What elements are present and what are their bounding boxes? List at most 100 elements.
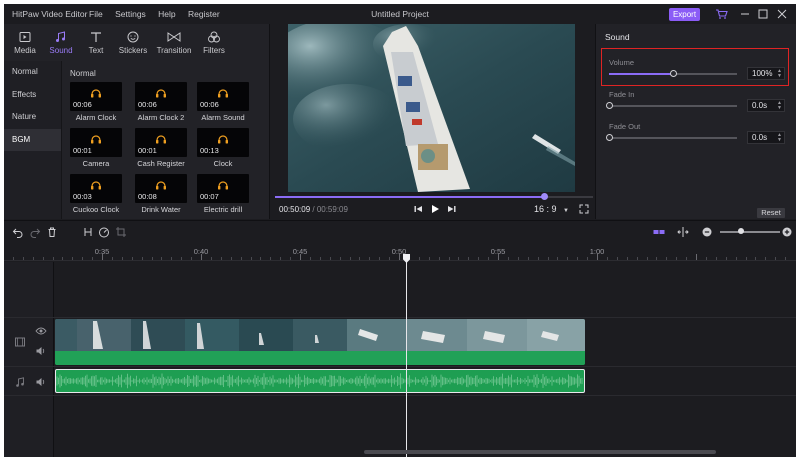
headphones-icon	[156, 89, 166, 98]
tab-media[interactable]: Media	[10, 24, 40, 60]
menu-help[interactable]: Help	[158, 9, 175, 19]
ruler-tick	[715, 257, 717, 260]
speaker-icon[interactable]	[35, 377, 47, 387]
fade-in-slider[interactable]	[606, 102, 737, 109]
fade-out-slider-handle[interactable]	[606, 134, 613, 141]
stepper-icon[interactable]: ▲ ▼	[777, 133, 782, 143]
stepper-icon[interactable]: ▲ ▼	[777, 101, 782, 111]
fade-in-value-field[interactable]: 0.0s ▲ ▼	[747, 99, 785, 112]
export-button[interactable]: Export	[669, 8, 700, 21]
sound-item[interactable]: 00:03 Cuckoo Clock	[70, 174, 122, 214]
audio-clip[interactable]	[55, 369, 585, 393]
fade-in-label: Fade In	[609, 90, 635, 99]
ruler-tick	[775, 257, 777, 260]
zoom-out-icon[interactable]	[701, 226, 713, 238]
timeline-scrollbar[interactable]	[364, 450, 716, 454]
menu-file[interactable]: File	[89, 9, 103, 19]
media-library-panel: Media Sound Text Stickers Transition Fil…	[4, 24, 270, 219]
tab-stickers[interactable]: Stickers	[114, 24, 152, 60]
redo-icon[interactable]	[29, 226, 41, 238]
tab-transition[interactable]: Transition	[154, 24, 194, 60]
zoom-slider-handle[interactable]	[738, 228, 744, 234]
ruler-tick	[725, 257, 727, 260]
ruler-tick	[448, 257, 450, 260]
zoom-in-icon[interactable]	[781, 226, 793, 238]
sound-item[interactable]: 00:06 Alarm Sound	[197, 82, 249, 122]
delete-icon[interactable]	[46, 226, 58, 238]
sound-item[interactable]: 00:01 Cash Register	[135, 128, 187, 168]
zoom-slider[interactable]	[720, 228, 780, 234]
aspect-ratio-select[interactable]: 16 : 9 ▼	[534, 204, 569, 214]
undo-icon[interactable]	[12, 226, 24, 238]
sound-category-list: Normal Effects Nature BGM	[4, 61, 62, 219]
tab-text[interactable]: Text	[82, 24, 110, 60]
category-effects[interactable]: Effects	[4, 84, 61, 107]
category-bgm[interactable]: BGM	[4, 128, 61, 151]
fade-out-value-field[interactable]: 0.0s ▲ ▼	[747, 131, 785, 144]
fade-in-slider-handle[interactable]	[606, 102, 613, 109]
ruler-tick	[52, 257, 54, 260]
playhead-handle[interactable]	[403, 254, 410, 263]
time-readout: 00:50:09 / 00:59:09	[279, 205, 348, 214]
fullscreen-icon[interactable]	[578, 203, 590, 215]
video-preview[interactable]	[288, 24, 575, 192]
split-icon[interactable]	[82, 226, 94, 238]
maximize-icon[interactable]	[756, 7, 770, 21]
sound-name: Cash Register	[137, 159, 185, 168]
speaker-icon[interactable]	[35, 346, 47, 356]
sound-duration: 00:08	[138, 192, 157, 201]
playback-scrubber[interactable]	[275, 193, 593, 200]
tab-sound[interactable]: Sound	[46, 24, 76, 60]
split-track-icon[interactable]	[677, 226, 689, 238]
eye-icon[interactable]	[35, 326, 47, 336]
video-clip[interactable]	[55, 319, 585, 365]
audio-waveform	[56, 373, 583, 389]
category-normal[interactable]: Normal	[4, 61, 61, 84]
previous-frame-icon[interactable]	[412, 203, 424, 215]
sound-name: Alarm Sound	[201, 113, 245, 122]
fade-out-slider[interactable]	[606, 134, 737, 141]
transition-icon	[167, 32, 181, 42]
volume-slider[interactable]	[609, 70, 737, 77]
current-time: 00:50:09	[279, 205, 311, 214]
sound-item[interactable]: 00:07 Electric drill	[197, 174, 249, 214]
sound-item[interactable]: 00:06 Alarm Clock	[70, 82, 122, 122]
sound-item[interactable]: 00:01 Camera	[70, 128, 122, 168]
speed-icon[interactable]	[98, 226, 110, 238]
sound-name: Cuckoo Clock	[72, 205, 120, 214]
sound-name: Drink Water	[141, 205, 181, 214]
category-nature[interactable]: Nature	[4, 106, 61, 129]
time-ruler[interactable]: 0:35 0:40 0:45 0:50 0:55 1:00	[4, 243, 796, 261]
ruler-tick	[270, 257, 272, 260]
sound-item[interactable]: 00:06 Alarm Clock 2	[135, 82, 187, 122]
sound-item[interactable]: 00:08 Drink Water	[135, 174, 187, 214]
section-label: Normal	[70, 69, 96, 78]
track-divider	[4, 395, 796, 396]
crop-icon[interactable]	[115, 226, 127, 238]
ruler-tick	[121, 257, 123, 260]
ruler-tick	[339, 257, 341, 260]
sound-item[interactable]: 00:13 Clock	[197, 128, 249, 168]
close-icon[interactable]	[775, 7, 789, 21]
sound-thumbnail: 00:06	[197, 82, 249, 111]
scrubber-handle[interactable]	[541, 193, 549, 200]
menu-register[interactable]: Register	[188, 9, 220, 19]
tab-filters[interactable]: Filters	[198, 24, 230, 60]
reset-button[interactable]: Reset	[757, 208, 785, 218]
stepper-icon[interactable]: ▲ ▼	[777, 69, 782, 79]
next-frame-icon[interactable]	[446, 203, 458, 215]
ruler-tick	[507, 257, 509, 260]
volume-slider-handle[interactable]	[669, 70, 677, 77]
sound-duration: 00:06	[73, 100, 92, 109]
video-clip-thumbnails	[55, 319, 585, 351]
snap-icon[interactable]	[653, 226, 665, 238]
filters-icon	[208, 31, 220, 43]
sound-duration: 00:01	[138, 146, 157, 155]
ruler-tick	[230, 257, 232, 260]
cart-icon[interactable]	[714, 7, 728, 21]
menu-settings[interactable]: Settings	[115, 9, 146, 19]
volume-value-field[interactable]: 100% ▲ ▼	[747, 67, 785, 80]
play-icon[interactable]	[429, 203, 441, 215]
minimize-icon[interactable]	[738, 7, 752, 21]
timeline-toolbar	[4, 221, 796, 243]
